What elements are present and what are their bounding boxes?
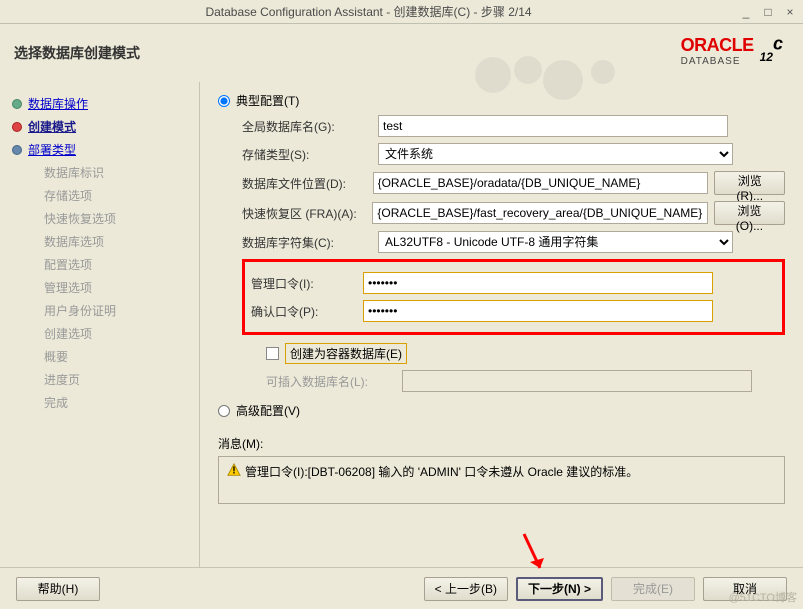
sidebar-item: 存储选项 xyxy=(12,184,190,207)
fra-label: 快速恢复区 (FRA)(A): xyxy=(242,205,366,222)
sidebar-item-label: 快速恢复选项 xyxy=(44,210,116,227)
close-icon[interactable]: × xyxy=(783,5,797,19)
sidebar-item-label: 数据库操作 xyxy=(28,95,88,112)
typical-config-label: 典型配置(T) xyxy=(236,92,299,109)
back-button[interactable]: < 上一步(B) xyxy=(424,577,508,601)
sidebar-item: 配置选项 xyxy=(12,253,190,276)
brand-text: ORACLE xyxy=(681,35,754,55)
sidebar-item[interactable]: 部署类型 xyxy=(12,138,190,161)
minimize-icon[interactable]: _ xyxy=(739,5,753,19)
confirm-pw-label: 确认口令(P): xyxy=(251,303,357,320)
sidebar-item-label: 进度页 xyxy=(44,371,80,388)
storage-type-label: 存储类型(S): xyxy=(242,146,372,163)
brand-sub: DATABASE xyxy=(681,56,754,67)
step-bullet-icon xyxy=(12,145,22,155)
sidebar-item: 用户身份证明 xyxy=(12,299,190,322)
sidebar-item-label: 创建模式 xyxy=(28,118,76,135)
messages-box: ! 管理口令(I):[DBT-06208] 输入的 'ADMIN' 口令未遵从 … xyxy=(218,456,785,504)
typical-config-radio[interactable] xyxy=(218,95,230,107)
fra-input[interactable] xyxy=(372,202,707,224)
sidebar-item: 快速恢复选项 xyxy=(12,207,190,230)
window-title: Database Configuration Assistant - 创建数据库… xyxy=(6,3,731,20)
db-files-label: 数据库文件位置(D): xyxy=(242,175,367,192)
oracle-logo: ORACLE DATABASE 12c xyxy=(681,32,783,69)
create-cdb-label: 创建为容器数据库(E) xyxy=(285,343,407,364)
sidebar-item: 进度页 xyxy=(12,368,190,391)
create-cdb-checkbox[interactable] xyxy=(266,347,279,360)
wizard-sidebar: 数据库操作创建模式部署类型数据库标识存储选项快速恢复选项数据库选项配置选项管理选… xyxy=(0,82,200,567)
svg-text:!: ! xyxy=(232,465,236,477)
sidebar-item-label: 配置选项 xyxy=(44,256,92,273)
watermark-text: @51CTO博客 xyxy=(729,589,797,605)
pdb-name-label: 可插入数据库名(L): xyxy=(266,373,396,390)
message-text: 管理口令(I):[DBT-06208] 输入的 'ADMIN' 口令未遵从 Or… xyxy=(245,463,638,480)
sidebar-item-label: 完成 xyxy=(44,394,68,411)
sidebar-item: 完成 xyxy=(12,391,190,414)
advanced-config-label: 高级配置(V) xyxy=(236,402,300,419)
browse-db-files-button[interactable]: 浏览(R)... xyxy=(714,171,785,195)
sidebar-item-label: 管理选项 xyxy=(44,279,92,296)
charset-label: 数据库字符集(C): xyxy=(242,234,372,251)
sidebar-item: 创建选项 xyxy=(12,322,190,345)
sidebar-item: 数据库标识 xyxy=(12,161,190,184)
confirm-password-input[interactable] xyxy=(363,300,713,322)
sidebar-item: 数据库选项 xyxy=(12,230,190,253)
sidebar-item[interactable]: 数据库操作 xyxy=(12,92,190,115)
admin-pw-label: 管理口令(I): xyxy=(251,275,357,292)
password-highlight-box: 管理口令(I): 确认口令(P): xyxy=(242,259,785,335)
help-button[interactable]: 帮助(H) xyxy=(16,577,100,601)
sidebar-item: 概要 xyxy=(12,345,190,368)
sidebar-item-label: 创建选项 xyxy=(44,325,92,342)
pdb-name-input xyxy=(402,370,752,392)
admin-password-input[interactable] xyxy=(363,272,713,294)
sidebar-item[interactable]: 创建模式 xyxy=(12,115,190,138)
step-bullet-icon xyxy=(12,122,22,132)
global-db-name-input[interactable] xyxy=(378,115,728,137)
version-text: 12c xyxy=(760,32,783,69)
advanced-config-radio[interactable] xyxy=(218,405,230,417)
sidebar-item-label: 用户身份证明 xyxy=(44,302,116,319)
sidebar-item-label: 数据库标识 xyxy=(44,164,104,181)
sidebar-item-label: 部署类型 xyxy=(28,141,76,158)
sidebar-item-label: 数据库选项 xyxy=(44,233,104,250)
sidebar-item-label: 存储选项 xyxy=(44,187,92,204)
db-files-input[interactable] xyxy=(373,172,709,194)
warning-icon: ! xyxy=(227,463,241,477)
messages-label: 消息(M): xyxy=(218,435,785,452)
step-bullet-icon xyxy=(12,99,22,109)
maximize-icon[interactable]: □ xyxy=(761,5,775,19)
finish-button: 完成(E) xyxy=(611,577,695,601)
browse-fra-button[interactable]: 浏览(O)... xyxy=(714,201,785,225)
sidebar-item-label: 概要 xyxy=(44,348,68,365)
charset-select[interactable]: AL32UTF8 - Unicode UTF-8 通用字符集 xyxy=(378,231,733,253)
global-db-name-label: 全局数据库名(G): xyxy=(242,118,372,135)
page-title: 选择数据库创建模式 xyxy=(14,43,140,63)
storage-type-select[interactable]: 文件系统 xyxy=(378,143,733,165)
sidebar-item: 管理选项 xyxy=(12,276,190,299)
next-button[interactable]: 下一步(N) > xyxy=(516,577,603,601)
